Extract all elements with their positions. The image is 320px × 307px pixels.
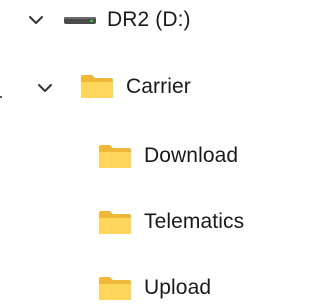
carrier-label: Carrier	[126, 75, 191, 98]
telematics-label: Telematics	[144, 210, 245, 233]
tree-item-download[interactable]: Download	[0, 141, 269, 171]
chevron-down-icon[interactable]	[28, 14, 44, 26]
folder-icon	[99, 277, 131, 300]
tree-item-telematics[interactable]: Telematics	[0, 207, 269, 237]
tree-item-carrier[interactable]: Carrier	[0, 72, 269, 102]
upload-label: Upload	[144, 276, 212, 299]
tree-item-drive[interactable]: DR2 (D:)	[0, 5, 269, 35]
chevron-down-icon[interactable]	[37, 82, 53, 94]
folder-icon	[99, 145, 131, 168]
drive-label: DR2 (D:)	[107, 8, 191, 31]
folder-icon	[81, 75, 113, 98]
tree-item-upload[interactable]: Upload	[0, 273, 269, 303]
download-label: Download	[144, 144, 239, 167]
drive-icon	[64, 17, 96, 24]
folder-icon	[99, 211, 131, 234]
